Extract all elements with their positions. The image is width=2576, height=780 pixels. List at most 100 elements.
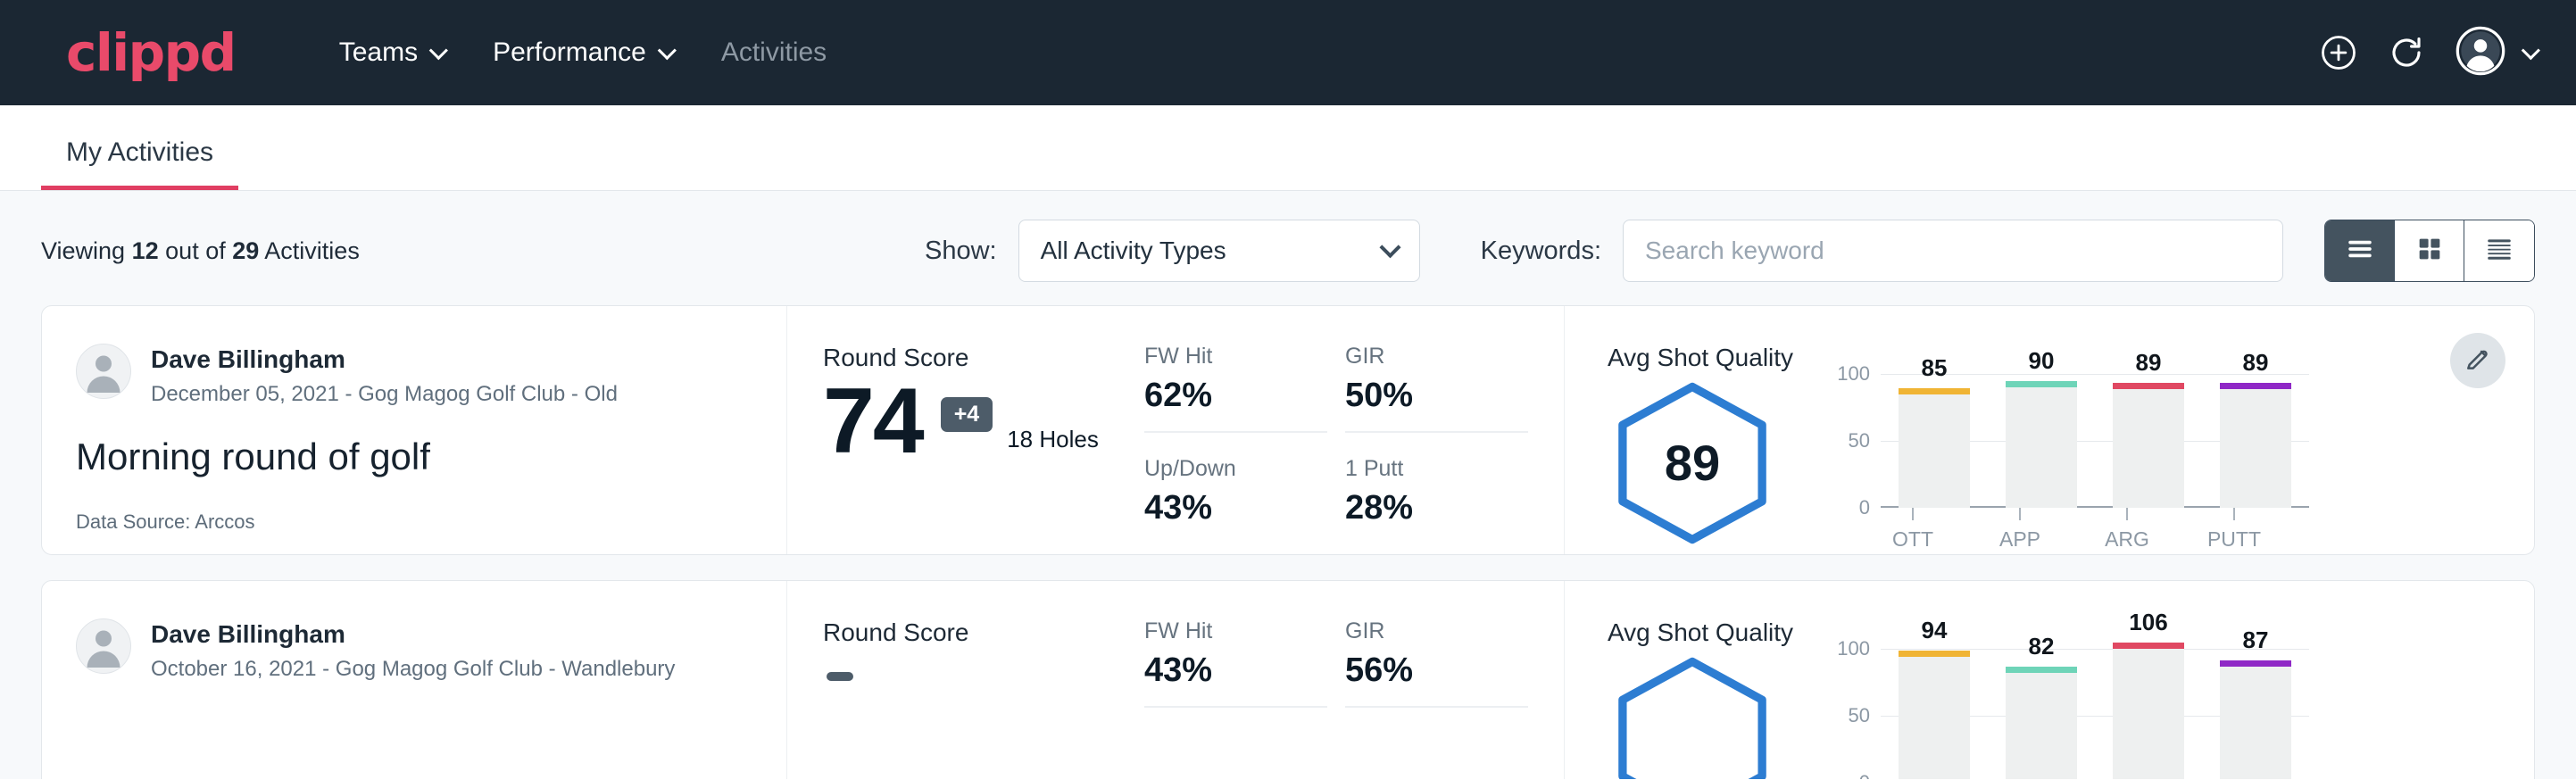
y-tick-0: 0 (1859, 771, 1870, 779)
nav-item-teams[interactable]: Teams (314, 29, 468, 77)
chevron-down-icon (2522, 41, 2540, 60)
bar-cap (1899, 651, 1970, 657)
nav-actions (2320, 26, 2535, 80)
stat-up-down-value: 43% (1144, 489, 1327, 527)
stat-fw-hit: FW Hit 62% (1144, 344, 1327, 433)
avg-shot-quality-block: Avg Shot Quality 100 50 0 (1564, 581, 2534, 779)
bar-group: 82 (2006, 649, 2077, 779)
search-input[interactable] (1623, 220, 2283, 282)
tab-my-activities-label: My Activities (66, 137, 213, 167)
stat-gir-value: 56% (1345, 651, 1528, 690)
tab-my-activities[interactable]: My Activities (41, 137, 238, 190)
activity-type-select-value: All Activity Types (1041, 236, 1226, 265)
activity-card[interactable]: Dave Billingham December 05, 2021 - Gog … (41, 305, 2535, 555)
avg-shot-quality-block: Avg Shot Quality 89 100 50 0 (1564, 306, 2534, 554)
refresh-icon[interactable] (2388, 34, 2425, 71)
x-tick-mark (2019, 508, 2021, 520)
grid-view-button[interactable] (2395, 220, 2464, 281)
bar-group: 85 (1899, 374, 1970, 508)
x-tick: OTT (1877, 508, 1949, 552)
y-tick-0: 0 (1859, 496, 1870, 519)
bar-group: 106 (2113, 649, 2184, 779)
bar (2113, 649, 2184, 779)
shot-quality-chart: 100 50 0 85908989 OTTAPPARGPUTT (1804, 374, 2309, 552)
activity-card[interactable]: Dave Billingham October 16, 2021 - Gog M… (41, 580, 2535, 779)
page-body: Viewing 12 out of 29 Activities Show: Al… (0, 191, 2576, 779)
tab-bar: My Activities (0, 105, 2576, 191)
stat-gir-value: 50% (1345, 377, 1528, 415)
y-tick-50: 50 (1849, 429, 1870, 452)
bar (2006, 673, 2077, 779)
viewing-count-text: Viewing 12 out of 29 Activities (41, 237, 360, 265)
primary-nav: Teams Performance Activities (314, 29, 852, 77)
round-stats-grid: FW Hit 62% GIR 50% Up/Down 43% 1 Putt 28… (1144, 306, 1564, 554)
activity-meta: October 16, 2021 - Gog Magog Golf Club -… (151, 657, 675, 682)
compact-view-icon (2484, 234, 2514, 269)
bar-cap (2006, 667, 2077, 673)
avatar (76, 618, 131, 674)
nav-item-activities[interactable]: Activities (696, 29, 852, 77)
x-tick-label: ARG (2105, 527, 2149, 552)
bar-value-label: 94 (1922, 617, 1948, 644)
clippd-logo[interactable]: clippd (66, 27, 236, 79)
stat-fw-hit-label: FW Hit (1144, 618, 1327, 644)
round-stats-grid: FW Hit 43% GIR 56% (1144, 581, 1564, 779)
stat-one-putt-label: 1 Putt (1345, 456, 1528, 482)
chart-plot-area: 948210687 (1881, 649, 2309, 779)
y-tick-50: 50 (1849, 704, 1870, 727)
bar-value-label: 89 (2136, 349, 2162, 377)
bar (1899, 657, 1970, 779)
avatar (76, 344, 131, 399)
activity-author: Dave Billingham October 16, 2021 - Gog M… (76, 618, 760, 682)
bar (2220, 667, 2291, 780)
activity-type-select[interactable]: All Activity Types (1018, 220, 1420, 282)
show-filter-group: Show: All Activity Types (925, 220, 1420, 282)
grid-view-icon (2414, 234, 2445, 269)
round-score-label: Round Score (823, 618, 1144, 647)
user-menu[interactable] (2456, 26, 2535, 80)
bar-value-label: 90 (2029, 347, 2055, 375)
nav-item-performance[interactable]: Performance (468, 29, 696, 77)
bar-group: 89 (2220, 374, 2291, 508)
stat-one-putt-value: 28% (1345, 489, 1528, 527)
stat-fw-hit: FW Hit 43% (1144, 618, 1327, 708)
shot-quality-hexagon: 89 (1608, 380, 1777, 546)
viewing-mid: out of (165, 237, 226, 264)
x-tick-mark (2126, 508, 2128, 520)
x-tick-label: APP (1999, 527, 2040, 552)
list-view-button[interactable] (2325, 220, 2395, 281)
avg-shot-quality-label: Avg Shot Quality (1608, 344, 2534, 372)
bar (1899, 394, 1970, 509)
viewing-suffix: Activities (264, 237, 360, 264)
shot-quality-value: 89 (1608, 380, 1777, 546)
show-label: Show: (925, 236, 997, 266)
player-name: Dave Billingham (151, 344, 618, 375)
chart-x-axis: OTTAPPARGPUTT (1859, 508, 2288, 552)
bar-group: 90 (2006, 374, 2077, 508)
top-navigation-bar: clippd Teams Performance Activities (0, 0, 2576, 105)
avg-shot-quality-label: Avg Shot Quality (1608, 618, 2534, 647)
bar-group: 87 (2220, 649, 2291, 779)
compact-view-button[interactable] (2464, 220, 2534, 281)
bar-cap (2113, 383, 2184, 389)
edit-activity-button[interactable] (2450, 333, 2505, 388)
plus-circle-icon[interactable] (2320, 34, 2357, 71)
stat-fw-hit-value: 43% (1144, 651, 1327, 690)
filter-toolbar: Viewing 12 out of 29 Activities Show: Al… (41, 191, 2535, 305)
activity-summary: Dave Billingham October 16, 2021 - Gog M… (42, 581, 787, 779)
round-score-block: Round Score (787, 581, 1144, 779)
nav-item-performance-label: Performance (493, 37, 646, 68)
stat-gir: GIR 56% (1345, 618, 1528, 708)
bar-value-label: 106 (2129, 609, 2167, 636)
stat-up-down-label: Up/Down (1144, 456, 1327, 482)
pencil-icon (2464, 344, 2492, 378)
activity-author: Dave Billingham December 05, 2021 - Gog … (76, 344, 760, 407)
list-view-icon (2345, 234, 2375, 269)
bar-value-label: 85 (1922, 354, 1948, 382)
round-score-block: Round Score 74 +4 18 Holes (787, 306, 1144, 554)
chart-plot-area: 85908989 (1881, 374, 2309, 508)
bar-value-label: 82 (2029, 633, 2055, 660)
stat-fw-hit-label: FW Hit (1144, 344, 1327, 369)
bar-cap (2113, 643, 2184, 649)
activity-data-source: Data Source: Arccos (76, 510, 760, 534)
